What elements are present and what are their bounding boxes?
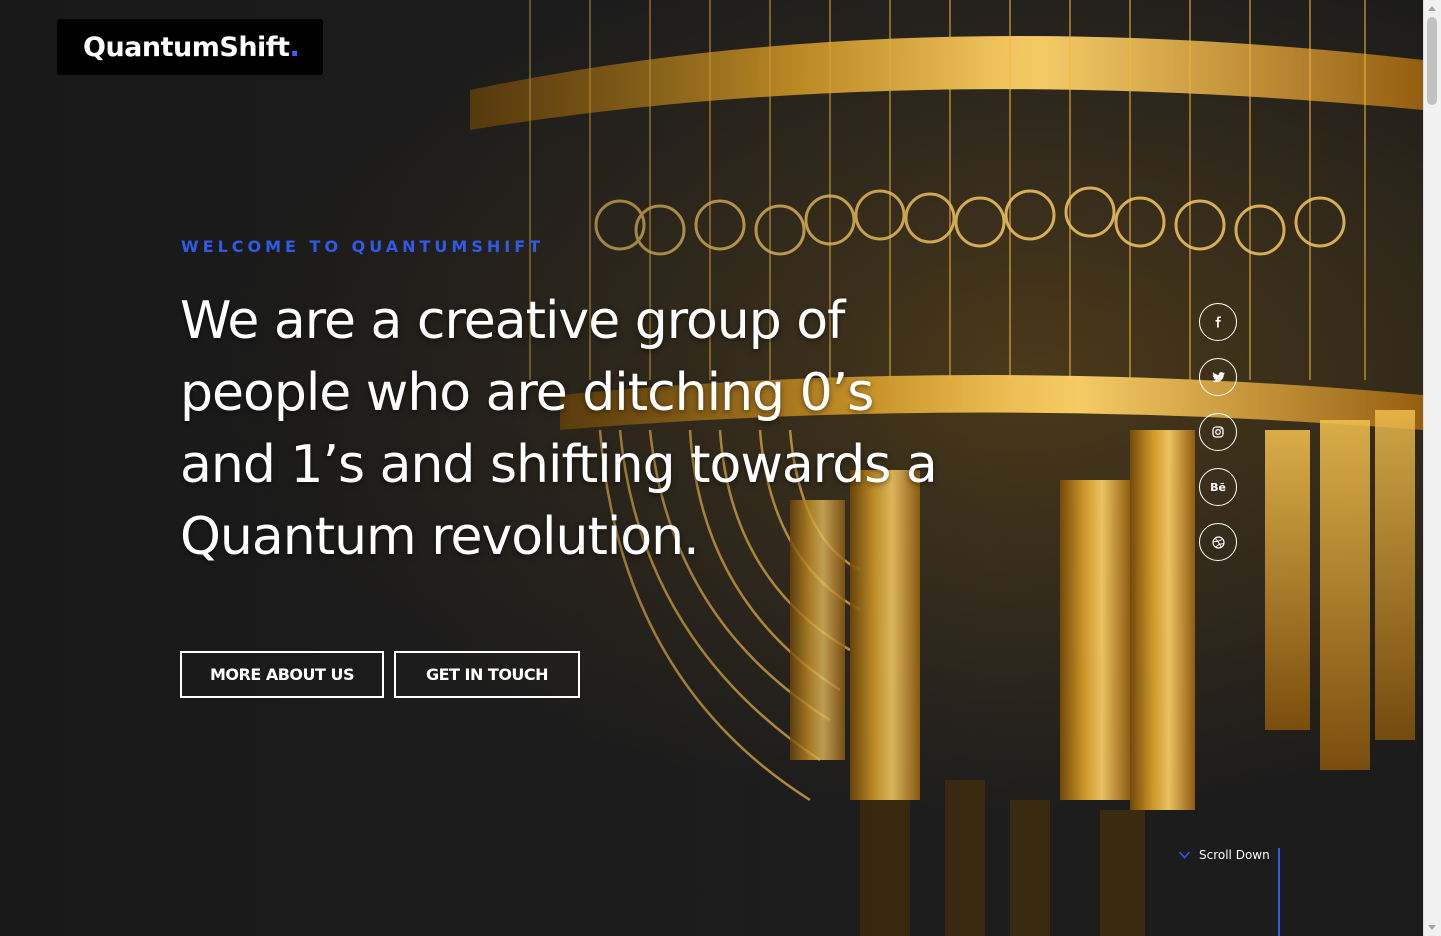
headline-line: Quantum revolution.: [180, 507, 700, 567]
landing-page: QuantumShift. WELCOME TO QUANTUMSHIFT We…: [0, 0, 1441, 936]
dribbble-icon[interactable]: [1199, 523, 1237, 561]
scroll-indicator-line: [1278, 848, 1280, 936]
headline-line: people who are ditching 0’s: [180, 363, 874, 423]
headline-line: We are a creative group of: [180, 291, 845, 351]
facebook-glyph: [1215, 316, 1221, 328]
logo-dot: .: [289, 31, 300, 63]
site-logo[interactable]: QuantumShift.: [57, 19, 323, 75]
facebook-icon[interactable]: [1199, 303, 1237, 341]
logo-text: QuantumShift: [83, 31, 290, 63]
scroll-down-label: Scroll Down: [1199, 848, 1270, 862]
behance-glyph: Bē: [1210, 480, 1226, 494]
page-scrollbar[interactable]: [1423, 0, 1441, 936]
instagram-glyph: [1212, 426, 1224, 438]
more-about-us-button[interactable]: MORE ABOUT US: [180, 651, 384, 698]
scrollbar-thumb[interactable]: [1427, 17, 1437, 105]
behance-icon[interactable]: Bē: [1199, 468, 1237, 506]
scroll-down-link[interactable]: Scroll Down: [1178, 848, 1270, 862]
chevron-down-icon: [1178, 851, 1191, 859]
social-links: Bē: [1199, 303, 1237, 578]
dribbble-glyph: [1211, 535, 1225, 549]
headline-line: and 1’s and shifting towards a: [180, 435, 938, 495]
twitter-icon[interactable]: [1199, 358, 1237, 396]
hero-eyebrow: WELCOME TO QUANTUMSHIFT: [181, 237, 545, 256]
get-in-touch-button[interactable]: GET IN TOUCH: [394, 651, 580, 698]
twitter-glyph: [1211, 371, 1225, 382]
instagram-icon[interactable]: [1199, 413, 1237, 451]
scroll-up-arrow-icon[interactable]: [1428, 6, 1436, 11]
hero-headline: We are a creative group of people who ar…: [180, 285, 940, 573]
scroll-down-arrow-icon[interactable]: [1428, 925, 1436, 930]
